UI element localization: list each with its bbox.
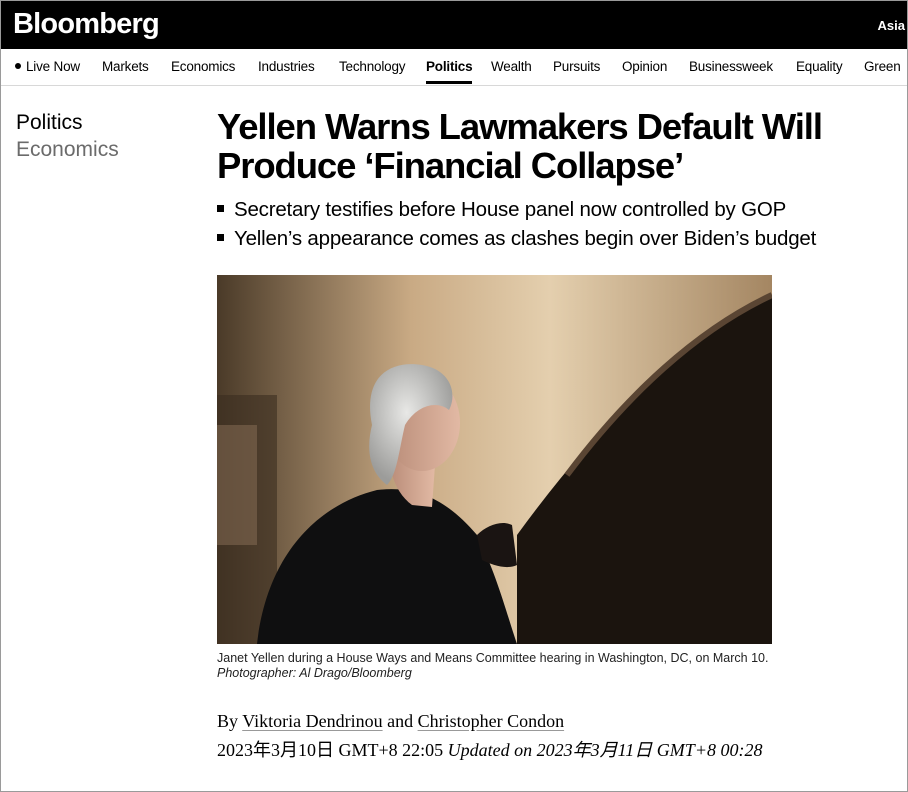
- author-link-1[interactable]: Viktoria Dendrinou: [242, 711, 382, 731]
- main-nav: Live Now Markets Economics Industries Te…: [1, 49, 907, 86]
- bloomberg-logo[interactable]: Bloomberg: [13, 8, 160, 41]
- author-link-2[interactable]: Christopher Condon: [418, 711, 565, 731]
- nav-item-opinion[interactable]: Opinion: [622, 59, 667, 74]
- nav-label: Live Now: [26, 59, 80, 74]
- photo-caption: Janet Yellen during a House Ways and Mea…: [217, 651, 777, 681]
- nav-item-markets[interactable]: Markets: [102, 59, 149, 74]
- article-summary: Secretary testifies before House panel n…: [217, 195, 816, 253]
- section-sidebar: Politics Economics: [16, 109, 119, 164]
- nav-item-wealth[interactable]: Wealth: [491, 59, 532, 74]
- byline-and: and: [387, 711, 414, 731]
- nav-item-politics[interactable]: Politics: [426, 59, 473, 84]
- lead-photo-illustration: [217, 275, 772, 644]
- nav-item-businessweek[interactable]: Businessweek: [689, 59, 773, 74]
- nav-item-pursuits[interactable]: Pursuits: [553, 59, 600, 74]
- section-link-economics[interactable]: Economics: [16, 136, 119, 164]
- summary-bullet: Yellen’s appearance comes as clashes beg…: [217, 224, 816, 253]
- top-bar: Bloomberg Asia: [1, 1, 907, 49]
- section-link-politics[interactable]: Politics: [16, 109, 119, 136]
- updated-date: Updated on 2023年3月11日 GMT+8 00:28: [447, 740, 763, 760]
- live-dot-icon: [15, 63, 21, 69]
- lead-photo[interactable]: [217, 275, 772, 644]
- nav-item-live-now[interactable]: Live Now: [15, 59, 80, 74]
- photo-credit: Photographer: Al Drago/Bloomberg: [217, 666, 412, 680]
- region-selector[interactable]: Asia: [878, 18, 905, 33]
- article-headline: Yellen Warns Lawmakers Default Will Prod…: [217, 106, 823, 186]
- nav-item-technology[interactable]: Technology: [339, 59, 406, 74]
- nav-item-green[interactable]: Green: [864, 59, 901, 74]
- byline-prefix: By: [217, 711, 239, 731]
- byline: By Viktoria Dendrinou and Christopher Co…: [217, 711, 564, 732]
- nav-item-equality[interactable]: Equality: [796, 59, 843, 74]
- published-date: 2023年3月10日 GMT+8 22:05: [217, 740, 444, 760]
- caption-text: Janet Yellen during a House Ways and Mea…: [217, 651, 769, 665]
- nav-item-industries[interactable]: Industries: [258, 59, 315, 74]
- summary-bullet: Secretary testifies before House panel n…: [217, 195, 816, 224]
- dateline: 2023年3月10日 GMT+8 22:05 Updated on 2023年3…: [217, 737, 777, 764]
- nav-item-economics[interactable]: Economics: [171, 59, 235, 74]
